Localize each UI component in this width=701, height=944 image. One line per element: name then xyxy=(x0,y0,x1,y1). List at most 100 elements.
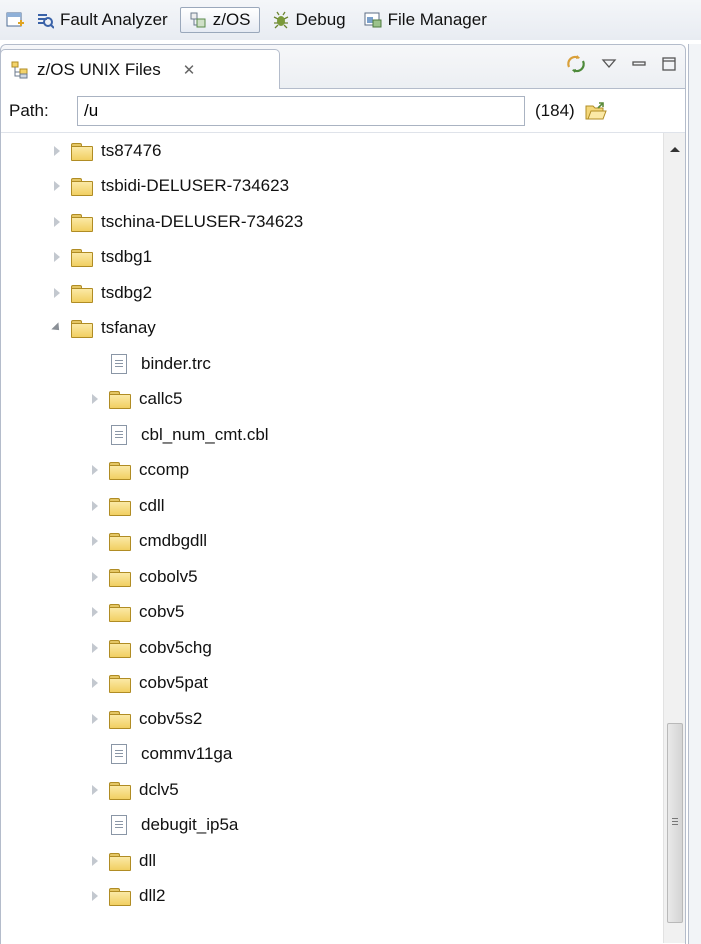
expand-arrow-icon[interactable] xyxy=(49,143,65,159)
expand-arrow-icon[interactable] xyxy=(87,640,103,656)
tree-folder-row[interactable]: cobv5 xyxy=(1,595,685,631)
expand-arrow-icon[interactable] xyxy=(49,214,65,230)
tree-folder-row[interactable]: tschina-DELUSER-734623 xyxy=(1,204,685,240)
folder-icon xyxy=(109,391,131,410)
folder-icon xyxy=(109,710,131,729)
path-label: Path: xyxy=(9,100,49,120)
fault-analyzer-icon xyxy=(36,11,55,29)
folder-icon xyxy=(109,533,131,552)
grip-icon xyxy=(672,818,678,826)
scroll-up-arrow-icon[interactable] xyxy=(670,147,680,152)
tree-folder-row[interactable]: tsbidi-DELUSER-734623 xyxy=(1,169,685,205)
expand-arrow-icon[interactable] xyxy=(87,711,103,727)
expand-arrow-icon[interactable] xyxy=(87,782,103,798)
tree-folder-row[interactable]: cobolv5 xyxy=(1,559,685,595)
expand-arrow-icon[interactable] xyxy=(87,498,103,514)
expand-arrow-icon[interactable] xyxy=(87,853,103,869)
view-menu-icon[interactable] xyxy=(601,56,617,72)
expand-arrow-icon[interactable] xyxy=(87,675,103,691)
tree-folder-row[interactable]: callc5 xyxy=(1,382,685,418)
tree-folder-row[interactable]: ts87476 xyxy=(1,133,685,169)
tree-folder-row[interactable]: dll xyxy=(1,843,685,879)
view-toolbar xyxy=(565,53,677,75)
zos-perspective-icon xyxy=(189,11,207,29)
tree-folder-row[interactable]: ccomp xyxy=(1,453,685,489)
expand-arrow-icon[interactable] xyxy=(87,888,103,904)
tree-item-label: tsbidi-DELUSER-734623 xyxy=(101,176,290,196)
perspective-bar: Fault Analyzer z/OS Debug File Manager xyxy=(0,0,701,40)
open-perspective-icon[interactable] xyxy=(6,11,24,29)
expand-arrow-icon[interactable] xyxy=(87,569,103,585)
file-manager-icon xyxy=(364,11,382,29)
perspective-label: Fault Analyzer xyxy=(60,10,168,29)
tree-folder-row[interactable]: cdll xyxy=(1,488,685,524)
tree-item-label: ts87476 xyxy=(101,140,162,160)
tree-file-row[interactable]: debugit_ip5a xyxy=(1,808,685,844)
file-icon xyxy=(111,815,127,836)
expand-arrow-icon[interactable] xyxy=(87,604,103,620)
open-folder-icon[interactable] xyxy=(585,101,607,121)
expand-arrow-icon[interactable] xyxy=(87,462,103,478)
maximize-icon[interactable] xyxy=(661,56,677,72)
tree-folder-row[interactable]: tsdbg1 xyxy=(1,240,685,276)
folder-icon xyxy=(109,852,131,871)
minimize-icon[interactable] xyxy=(631,56,647,72)
perspective-label: z/OS xyxy=(212,10,251,29)
tree-item-label: dll2 xyxy=(139,886,166,906)
folder-icon xyxy=(71,142,93,161)
collapse-arrow-icon[interactable] xyxy=(49,320,65,336)
perspective-debug[interactable]: Debug xyxy=(266,7,352,33)
folder-icon xyxy=(109,675,131,694)
tree-folder-row[interactable]: tsdbg2 xyxy=(1,275,685,311)
tree-file-row[interactable]: binder.trc xyxy=(1,346,685,382)
tree-item-label: cbl_num_cmt.cbl xyxy=(141,424,269,444)
tree-item-label: ccomp xyxy=(139,460,190,480)
tree-folder-row[interactable]: dclv5 xyxy=(1,772,685,808)
folder-icon xyxy=(109,604,131,623)
path-bar: Path: (184) xyxy=(1,89,685,133)
tree-item-label: tsfanay xyxy=(101,318,156,338)
expand-arrow-icon[interactable] xyxy=(87,533,103,549)
zos-unix-files-view: z/OS UNIX Files ✕ Path: (184) ts87476ts xyxy=(0,44,686,944)
view-tabbar: z/OS UNIX Files ✕ xyxy=(0,45,685,89)
scrollbar-thumb[interactable] xyxy=(667,723,683,923)
tree-folder-row[interactable]: cobv5pat xyxy=(1,666,685,702)
tree-item-label: cobv5pat xyxy=(139,673,208,693)
path-input[interactable] xyxy=(77,95,525,126)
expand-arrow-icon[interactable] xyxy=(49,249,65,265)
perspective-label: Debug xyxy=(295,10,346,29)
sync-icon[interactable] xyxy=(565,53,587,75)
tab-label: z/OS UNIX Files xyxy=(37,59,161,79)
folder-icon xyxy=(109,462,131,481)
vertical-scrollbar[interactable] xyxy=(663,133,685,943)
tree-folder-row[interactable]: dll2 xyxy=(1,879,685,915)
folder-icon xyxy=(71,213,93,232)
tree-file-row[interactable]: commv11ga xyxy=(1,737,685,773)
tree-item-label: cobolv5 xyxy=(139,566,198,586)
perspective-zos[interactable]: z/OS xyxy=(179,7,260,33)
folder-icon xyxy=(109,888,131,907)
perspective-file-manager[interactable]: File Manager xyxy=(358,7,493,33)
expand-arrow-icon[interactable] xyxy=(49,178,65,194)
folder-icon xyxy=(109,781,131,800)
tree-folder-row[interactable]: tsfanay xyxy=(1,311,685,347)
tree-file-row[interactable]: cbl_num_cmt.cbl xyxy=(1,417,685,453)
tree-folder-row[interactable]: cobv5chg xyxy=(1,630,685,666)
expand-arrow-icon[interactable] xyxy=(49,285,65,301)
folder-icon xyxy=(71,178,93,197)
tree-item-label: cobv5s2 xyxy=(139,708,203,728)
tree-folder-row[interactable]: cmdbgdll xyxy=(1,524,685,560)
tree-folder-row[interactable]: cobv5s2 xyxy=(1,701,685,737)
adjacent-view-edge xyxy=(688,44,701,944)
expand-arrow-icon[interactable] xyxy=(87,391,103,407)
tree-item-label: dll xyxy=(139,850,157,870)
file-icon xyxy=(111,353,127,374)
tree-item-label: cdll xyxy=(139,495,165,515)
tab-zos-unix-files[interactable]: z/OS UNIX Files ✕ xyxy=(0,49,280,89)
perspective-fault-analyzer[interactable]: Fault Analyzer xyxy=(30,7,174,33)
folder-icon xyxy=(109,639,131,658)
tree-item-label: cobv5chg xyxy=(139,637,212,657)
close-icon[interactable]: ✕ xyxy=(183,61,196,79)
unix-files-icon xyxy=(11,61,29,79)
tree-item-label: callc5 xyxy=(139,389,183,409)
